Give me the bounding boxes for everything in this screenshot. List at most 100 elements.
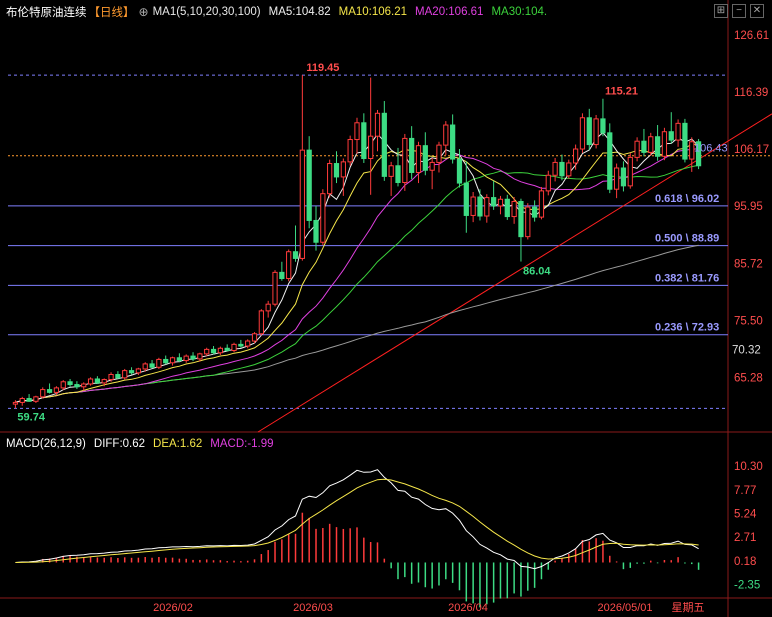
ma-indicator-label[interactable]: MA1(5,10,20,30,100) [153, 6, 261, 18]
candle-body [579, 117, 586, 150]
candle-body [149, 363, 155, 368]
window-controls: ⊞ − ✕ [714, 4, 764, 18]
candle-body [436, 144, 442, 163]
macd-tick-label: 2.71 [734, 532, 756, 544]
candle-body [74, 384, 80, 388]
last-ma-annotation: 106.43 [694, 143, 728, 155]
candle-body [327, 163, 333, 195]
candle-body [484, 197, 490, 217]
candle-body [491, 197, 497, 207]
high-annotation: 119.45 [306, 62, 339, 74]
fib-level-label: 0.500 \ 88.89 [655, 233, 719, 245]
candle-body [470, 196, 476, 216]
candle-body [292, 251, 299, 259]
start-low-annotation: 59.74 [17, 411, 45, 423]
candle-body [320, 193, 326, 243]
candle-body [409, 137, 415, 173]
candle-body [613, 167, 620, 190]
price-tick-label: 75.50 [734, 315, 763, 327]
candle-body [395, 165, 401, 184]
fib-level-label: 0.382 \ 81.76 [655, 272, 719, 284]
high2-annotation: 115.21 [605, 86, 638, 98]
candle-body [661, 131, 668, 157]
candle-body [429, 161, 435, 171]
macd-dea-value: DEA:1.62 [153, 438, 203, 450]
period-selector[interactable]: 【日线】 [89, 4, 135, 20]
candle-body [648, 136, 654, 153]
candle-body [217, 347, 223, 354]
price-tick-label: 85.72 [734, 258, 763, 270]
candle-body [53, 387, 60, 393]
candle-body [169, 357, 176, 364]
candle-body [566, 162, 572, 177]
candle-body [224, 347, 230, 352]
candle-body [634, 140, 640, 158]
candle-body [163, 358, 169, 364]
candle-body [40, 389, 46, 398]
candle-body [504, 198, 510, 218]
candle-body [251, 333, 258, 342]
candle-body [593, 118, 599, 146]
candle-body [60, 381, 66, 389]
candle-body [135, 368, 142, 374]
candle-body [620, 167, 627, 187]
ma20-value: MA20:106.61 [415, 6, 484, 18]
minimize-icon[interactable]: − [732, 4, 746, 18]
candle-body [497, 198, 504, 207]
ma5-value: MA5:104.82 [268, 6, 331, 18]
candle-body [87, 378, 94, 385]
candle-body [641, 140, 647, 153]
instrument-name[interactable]: 布伦特原油连续 [6, 4, 87, 20]
ma30-value: MA30:104. [491, 6, 548, 18]
candle-body [81, 383, 87, 388]
x-axis-label: 2026/05/01 [597, 602, 652, 614]
settings-icon[interactable]: ⊕ [139, 5, 149, 19]
ma20-line [15, 148, 699, 403]
candle-body [668, 131, 674, 141]
candle-body [422, 145, 428, 171]
candle-body [94, 378, 101, 384]
price-tick-label: 116.39 [734, 87, 768, 99]
candle-body [572, 148, 579, 164]
candle-body [538, 190, 545, 218]
candle-body [559, 161, 565, 177]
candle-body [279, 271, 285, 280]
ma30-line [15, 164, 699, 403]
grid-icon[interactable]: ⊞ [714, 4, 728, 18]
candle-body [12, 401, 19, 405]
ma5-line [15, 131, 699, 403]
candle-body [128, 370, 135, 374]
macd-tick-label: 10.30 [734, 461, 763, 473]
macd-hist-value: MACD:-1.99 [210, 438, 274, 450]
candle-body [361, 122, 367, 160]
candle-body [272, 271, 278, 305]
macd-header: MACD(26,12,9) DIFF:0.62 DEA:1.62 MACD:-1… [0, 435, 282, 453]
candle-body [46, 389, 53, 393]
x-axis-weekday: 星期五 [672, 601, 705, 614]
candlestick-chart[interactable]: 126.61 116.39 106.17 95.95 85.72 75.50 65.28 70… [0, 0, 772, 617]
price-tick-label: 95.95 [734, 201, 763, 213]
candle-body [402, 137, 408, 184]
candle-body [122, 370, 128, 379]
candle-body [204, 348, 210, 355]
candle-body [333, 163, 340, 178]
low-annotation: 86.04 [523, 266, 551, 278]
candle-body [115, 374, 121, 379]
fib-level-label: 0.236 \ 72.93 [655, 322, 719, 334]
x-axis-label: 2026/02 [153, 602, 193, 614]
candle-body [33, 396, 39, 402]
candle-body [197, 353, 203, 360]
current-price-label: 70.32 [732, 344, 761, 356]
macd-indicator-label[interactable]: MACD(26,12,9) [6, 438, 86, 450]
macd-tick-label: 5.24 [734, 509, 757, 521]
price-tick-label: 65.28 [734, 372, 763, 384]
candle-body [142, 363, 148, 370]
candle-body [286, 251, 292, 280]
candle-body [511, 200, 517, 218]
macd-tick-label: -2.35 [734, 579, 760, 591]
candle-body [586, 117, 592, 146]
candle-body [477, 196, 483, 217]
close-icon[interactable]: ✕ [750, 4, 764, 18]
candle-body [176, 357, 182, 362]
chart-header: 布伦特原油连续 【日线】 ⊕ MA1(5,10,20,30,100) MA5:1… [0, 0, 772, 24]
